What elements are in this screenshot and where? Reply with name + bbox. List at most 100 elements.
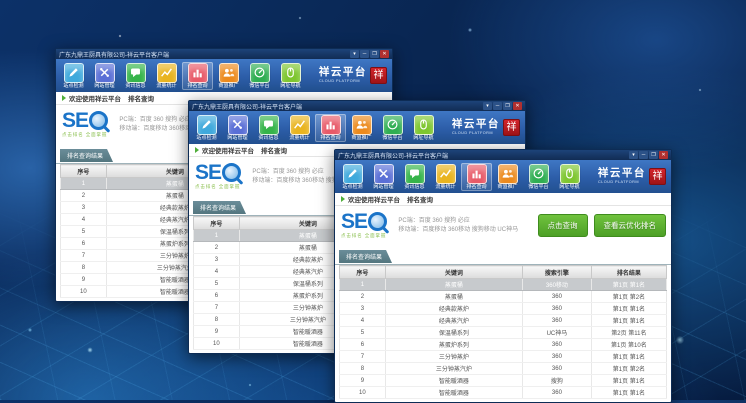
- toolbar-item-site-check[interactable]: 站点检测: [58, 62, 89, 90]
- toolbar-item-wechat-platform[interactable]: 微信平台: [377, 114, 408, 142]
- toolbar-item-label: 站点检测: [59, 83, 88, 89]
- table-row[interactable]: 10 智能暖酒器 360 第1页 第1名: [340, 387, 667, 399]
- window-titlebar[interactable]: 广东九鼎王厨具有限公司-祥云平台客户端 ▾ ─ ❐ ✕: [335, 150, 671, 160]
- query-button[interactable]: 点击查询: [538, 214, 588, 237]
- cell-engine: 360: [523, 303, 592, 315]
- toolbar-item-wechat-platform[interactable]: 微信平台: [244, 62, 275, 90]
- minimize-button[interactable]: ─: [360, 50, 369, 58]
- bar-chart-icon: [321, 115, 341, 135]
- toolbar-item-label: 流量统计: [152, 83, 181, 89]
- query-panel: SE 点击排名 全面掌握 PC端：百度 360 搜狗 必应 移动端：百度移动 3…: [335, 206, 671, 244]
- toolbar-item-site-nav[interactable]: 网址导航: [554, 163, 585, 191]
- cloud-rank-button[interactable]: 查看云优化排名: [594, 214, 667, 237]
- table-row[interactable]: 9 智能暖酒器 搜狗 第1页 第1名: [340, 375, 667, 387]
- toolbar-item-label: 商盟推广: [347, 135, 376, 141]
- toolbar-item-label: 商盟推广: [214, 83, 243, 89]
- bar-chart-icon: [467, 164, 487, 184]
- toolbar-item-label: 排名查询: [462, 184, 491, 190]
- toolbar-item-news-info[interactable]: 资讯信息: [120, 62, 151, 90]
- window-title: 广东九鼎王厨具有限公司-祥云平台客户端: [59, 50, 350, 59]
- toolbar-item-rank-query[interactable]: 排名查询: [315, 114, 346, 142]
- toolbar-item-label: 资讯信息: [254, 135, 283, 141]
- table-row[interactable]: 5 保温桶系列 UC神马 第2页 第11名: [340, 327, 667, 339]
- engine-info-mobile: 移动端：百度移动 360移动 搜狗移动 UC神马: [398, 226, 518, 235]
- brand-stamp: 祥: [370, 67, 387, 84]
- cell-keyword: 三分钟蒸炉: [385, 351, 522, 363]
- close-button[interactable]: ✕: [513, 102, 522, 110]
- toolbar-item-rank-query[interactable]: 排名查询: [182, 62, 213, 90]
- minimize-button[interactable]: ─: [639, 151, 648, 159]
- skin-button[interactable]: ▾: [483, 102, 492, 110]
- table-row[interactable]: 3 经典款蒸炉 360 第1页 第1名: [340, 303, 667, 315]
- window-titlebar[interactable]: 广东九鼎王厨具有限公司-祥云平台客户端 ▾ ─ ❐ ✕: [189, 101, 525, 111]
- cell-rank: 第1页 第1名: [591, 375, 666, 387]
- tab-rank-results[interactable]: 排名查询结果: [60, 149, 113, 162]
- table-row[interactable]: 2 蒸蛋桶 360 第1页 第2名: [340, 291, 667, 303]
- cell-index: 5: [194, 278, 240, 290]
- toolbar-item-traffic-stats[interactable]: 流量统计: [430, 163, 461, 191]
- toolbar-item-site-check[interactable]: 站点检测: [191, 114, 222, 142]
- table-body: 1 蒸蛋桶 360移动 第1页 第1名 2 蒸蛋桶 360 第1页 第2名 3 …: [340, 279, 667, 399]
- table-row[interactable]: 7 三分钟蒸炉 360 第1页 第1名: [340, 351, 667, 363]
- tab-rank-results[interactable]: 排名查询结果: [193, 201, 246, 214]
- toolbar-item-site-manage[interactable]: 网站管理: [368, 163, 399, 191]
- table-row[interactable]: 1 蒸蛋桶 360移动 第1页 第1名: [340, 279, 667, 291]
- cell-keyword: 智能暖酒器: [385, 375, 522, 387]
- message-icon: [126, 63, 146, 83]
- toolbar-item-alliance-promo[interactable]: 商盟推广: [346, 114, 377, 142]
- table-row[interactable]: 8 三分钟蒸汽炉 360 第1页 第2名: [340, 363, 667, 375]
- window-controls: ▾ ─ ❐ ✕: [629, 151, 668, 159]
- magnifier-icon: [89, 111, 108, 130]
- toolbar-item-site-manage[interactable]: 网站管理: [222, 114, 253, 142]
- skin-button[interactable]: ▾: [350, 50, 359, 58]
- action-buttons: 点击查询 查看云优化排名: [538, 214, 667, 237]
- toolbar-item-traffic-stats[interactable]: 流量统计: [151, 62, 182, 90]
- brand-subtitle: CLOUD PLATFORM: [452, 130, 493, 134]
- magnifier-icon: [368, 212, 387, 231]
- cell-index: 6: [194, 290, 240, 302]
- breadcrumb-welcome: 欢迎使用祥云平台: [348, 194, 400, 204]
- maximize-button[interactable]: ❐: [649, 151, 658, 159]
- cell-keyword: 三分钟蒸汽炉: [385, 363, 522, 375]
- mouse-icon: [414, 115, 434, 135]
- cell-keyword: 蒸蛋桶: [385, 291, 522, 303]
- brand-subtitle: CLOUD PLATFORM: [319, 78, 360, 82]
- toolbar-item-traffic-stats[interactable]: 流量统计: [284, 114, 315, 142]
- close-button[interactable]: ✕: [659, 151, 668, 159]
- tab-rank-results[interactable]: 排名查询结果: [339, 250, 392, 263]
- toolbar-item-wechat-platform[interactable]: 微信平台: [523, 163, 554, 191]
- toolbar-item-news-info[interactable]: 资讯信息: [253, 114, 284, 142]
- minimize-button[interactable]: ─: [493, 102, 502, 110]
- toolbar-item-label: 资讯信息: [121, 83, 150, 89]
- breadcrumb-arrow-icon: [62, 95, 66, 101]
- window-controls: ▾ ─ ❐ ✕: [483, 102, 522, 110]
- skin-button[interactable]: ▾: [629, 151, 638, 159]
- engine-info-pc: PC端：百度 360 搜狗 必应: [398, 217, 518, 226]
- toolbar-item-site-check[interactable]: 站点检测: [337, 163, 368, 191]
- toolbar-item-label: 网址导航: [276, 83, 305, 89]
- cell-index: 3: [340, 303, 386, 315]
- toolbar-item-label: 商盟推广: [493, 184, 522, 190]
- header-index: 序号: [61, 165, 107, 178]
- seo-logo: SE 点击排名 全面掌握: [62, 111, 112, 138]
- toolbar-item-alliance-promo[interactable]: 商盟推广: [213, 62, 244, 90]
- toolbar-item-site-manage[interactable]: 网站管理: [89, 62, 120, 90]
- toolbar-item-rank-query[interactable]: 排名查询: [461, 163, 492, 191]
- cell-keyword: 保温桶系列: [385, 327, 522, 339]
- maximize-button[interactable]: ❐: [503, 102, 512, 110]
- cell-index: 1: [194, 230, 240, 242]
- pencil-icon: [197, 115, 217, 135]
- toolbar-item-site-nav[interactable]: 网址导航: [408, 114, 439, 142]
- table-row[interactable]: 6 蒸蛋炉系列 360 第1页 第10名: [340, 339, 667, 351]
- brand-name: 祥云平台: [452, 120, 500, 130]
- seo-logo: SE 点击排名 全面掌握: [341, 212, 391, 239]
- close-button[interactable]: ✕: [380, 50, 389, 58]
- toolbar-item-alliance-promo[interactable]: 商盟推广: [492, 163, 523, 191]
- toolbar-item-site-nav[interactable]: 网址导航: [275, 62, 306, 90]
- maximize-button[interactable]: ❐: [370, 50, 379, 58]
- seo-tagline: 点击排名 全面掌握: [341, 232, 386, 238]
- toolbar-item-news-info[interactable]: 资讯信息: [399, 163, 430, 191]
- desktop-background: { "background": { "base_color": "#092652…: [0, 0, 746, 400]
- table-row[interactable]: 4 经典蒸汽炉 360 第1页 第1名: [340, 315, 667, 327]
- window-titlebar[interactable]: 广东九鼎王厨具有限公司-祥云平台客户端 ▾ ─ ❐ ✕: [56, 49, 392, 59]
